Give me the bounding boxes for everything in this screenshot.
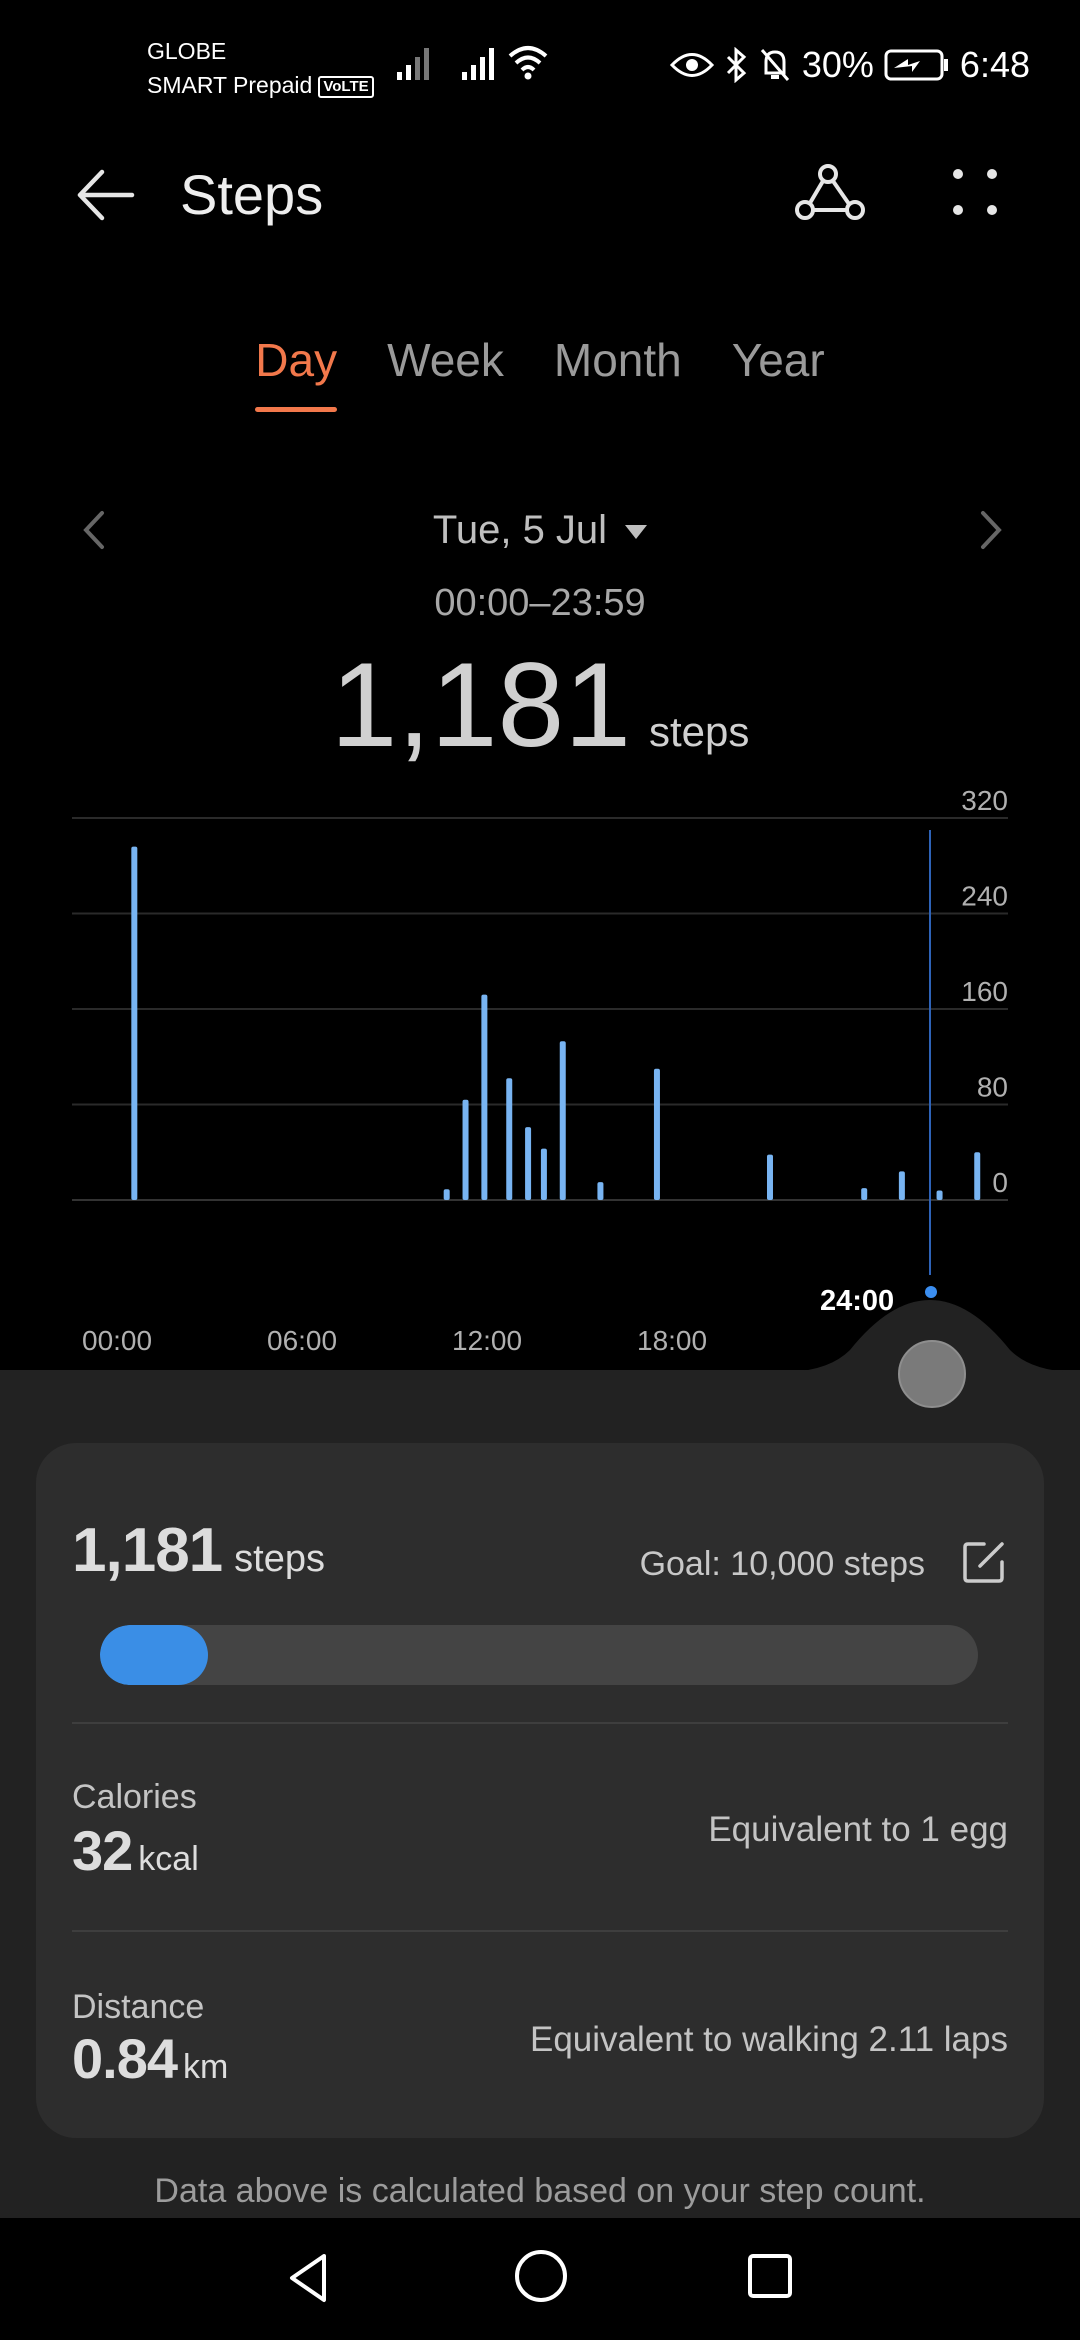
route-button[interactable] — [790, 160, 870, 230]
chart-bar — [766, 1154, 773, 1200]
x-tick-label: 00:00 — [82, 1325, 153, 1356]
period-tabs: Day Week Month Year — [0, 330, 1080, 412]
chart-bar — [481, 994, 488, 1200]
chart-scrub-handle[interactable] — [898, 1340, 966, 1408]
summary-steps-unit: steps — [234, 1538, 325, 1580]
divider — [72, 1930, 1008, 1932]
nav-recents-button[interactable] — [742, 2248, 798, 2304]
battery-charging-icon — [884, 49, 948, 81]
edit-icon — [963, 1542, 1004, 1583]
back-button[interactable] — [72, 160, 142, 230]
goal-progress-bar — [100, 1625, 978, 1685]
chart-bar — [559, 1041, 566, 1200]
edit-goal-button[interactable] — [962, 1540, 1006, 1584]
chart-bar — [540, 1148, 547, 1200]
distance-equivalent: Equivalent to walking 2.11 laps — [530, 2020, 1008, 2059]
footnote: Data above is calculated based on your s… — [154, 2172, 926, 2210]
summary-steps-value: 1,181 — [72, 1516, 223, 1585]
route-icon — [795, 164, 865, 220]
calories-unit: kcal — [138, 1840, 199, 1878]
y-tick-label: 240 — [961, 881, 1008, 912]
circle-home-icon — [515, 2250, 567, 2302]
y-tick-label: 80 — [977, 1072, 1008, 1103]
distance-label: Distance — [72, 1988, 205, 2026]
status-icons: 30% 6:48 — [669, 40, 1030, 90]
more-options-button[interactable] — [940, 160, 1010, 230]
distance-number: 0.84 — [72, 2027, 178, 2090]
summary-steps: 1,181 steps — [72, 1515, 325, 1586]
chart-bar — [506, 1078, 513, 1200]
total-steps-value: 1,181 — [330, 638, 631, 772]
tab-year[interactable]: Year — [732, 330, 825, 390]
goal-text: Goal: 10,000 steps — [639, 1545, 925, 1583]
steps-bar-chart[interactable]: 320 240 160 80 0 — [0, 780, 1080, 1300]
chart-bar — [974, 1152, 981, 1200]
total-steps-unit: steps — [648, 708, 750, 755]
carrier-info: GLOBE SMART Prepaid VoLTE — [147, 34, 374, 102]
signal-icon — [397, 48, 429, 80]
tab-week[interactable]: Week — [387, 330, 504, 390]
total-steps: 1,181 steps — [0, 640, 1080, 770]
tab-month[interactable]: Month — [554, 330, 682, 390]
bluetooth-icon — [726, 47, 747, 83]
eye-icon — [669, 53, 714, 77]
wifi-icon — [508, 46, 548, 80]
triangle-back-icon — [290, 2254, 326, 2302]
y-tick-label: 320 — [961, 785, 1008, 816]
x-tick-label: 18:00 — [637, 1325, 708, 1356]
chart-bar — [443, 1189, 450, 1200]
signal-icon — [462, 48, 494, 80]
next-day-button[interactable] — [965, 505, 1015, 555]
square-recents-icon — [748, 2254, 792, 2298]
divider — [72, 1722, 1008, 1724]
calories-value: 32 kcal — [72, 1818, 199, 1883]
chart-bar — [861, 1188, 868, 1200]
distance-unit: km — [183, 2048, 229, 2086]
time-range: 00:00–23:59 — [434, 582, 646, 624]
chevron-right-icon — [981, 511, 1002, 549]
y-tick-label: 0 — [992, 1167, 1008, 1198]
selected-date: Tue, 5 Jul — [432, 508, 608, 552]
x-tick-label: 06:00 — [267, 1325, 338, 1356]
nav-home-button[interactable] — [510, 2245, 572, 2307]
calories-equivalent: Equivalent to 1 egg — [708, 1810, 1008, 1849]
calories-number: 32 — [72, 1819, 133, 1882]
distance-value: 0.84 km — [72, 2026, 228, 2091]
clock-time: 6:48 — [959, 44, 1030, 85]
bell-off-icon — [760, 49, 789, 81]
tab-day[interactable]: Day — [255, 330, 337, 412]
date-selector[interactable]: Tue, 5 Jul — [0, 505, 1080, 555]
carrier-plan: SMART Prepaid — [147, 72, 313, 98]
chart-bar — [597, 1182, 604, 1200]
calories-label: Calories — [72, 1778, 197, 1816]
more-dots-icon — [953, 169, 997, 215]
y-tick-label: 160 — [961, 976, 1008, 1007]
caret-down-icon — [625, 525, 648, 540]
chart-bar — [936, 1190, 943, 1200]
arrow-left-icon — [77, 169, 135, 221]
nav-back-button[interactable] — [280, 2248, 340, 2308]
chart-bar — [653, 1068, 660, 1200]
x-tick-label: 12:00 — [452, 1325, 523, 1356]
page-title: Steps — [180, 163, 324, 226]
chart-bar — [131, 846, 138, 1200]
battery-percent: 30% — [801, 44, 874, 85]
chart-bar — [462, 1099, 469, 1200]
goal-progress-fill — [100, 1625, 208, 1685]
chart-bar — [525, 1127, 532, 1200]
carrier-name: GLOBE — [147, 38, 227, 64]
volte-badge: VoLTE — [318, 75, 374, 98]
chart-bar — [898, 1171, 905, 1200]
